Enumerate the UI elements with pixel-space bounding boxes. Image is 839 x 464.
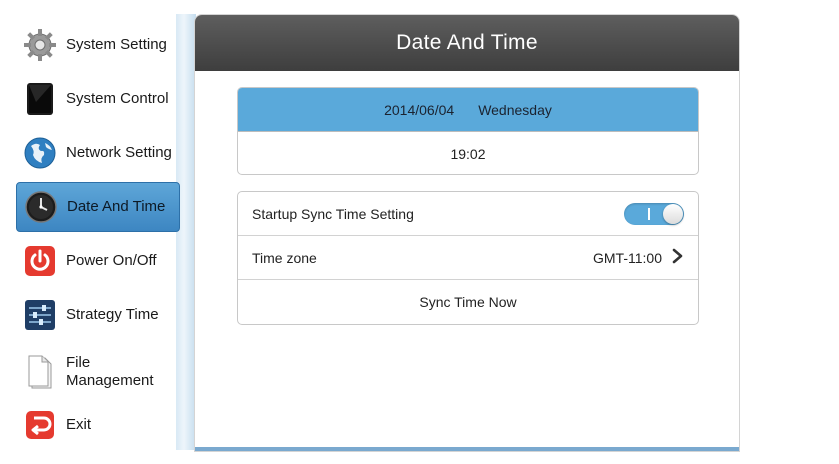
- timezone-label: Time zone: [252, 249, 317, 266]
- page-title: Date And Time: [396, 31, 538, 54]
- clock-icon: [23, 189, 59, 225]
- startup-sync-row: Startup Sync Time Setting: [238, 192, 698, 236]
- power-icon: [22, 243, 58, 279]
- time-display-row[interactable]: 19:02: [238, 132, 698, 174]
- sidebar-item-power-on-off[interactable]: Power On/Off: [16, 236, 180, 286]
- panel-titlebar: Date And Time: [195, 15, 739, 71]
- gear-icon: [22, 27, 58, 63]
- globe-icon: [22, 135, 58, 171]
- sidebar-item-strategy-time[interactable]: Strategy Time: [16, 290, 180, 340]
- sidebar-item-date-and-time[interactable]: Date And Time: [16, 182, 180, 232]
- sidebar-item-label: Date And Time: [67, 198, 166, 215]
- timezone-row[interactable]: Time zone GMT-11:00: [238, 236, 698, 280]
- sidebar-item-file-management[interactable]: File Management: [16, 344, 180, 400]
- sidebar-item-label: Network Setting: [66, 144, 172, 161]
- date-display-row[interactable]: 2014/06/04 Wednesday: [238, 88, 698, 132]
- timezone-value: GMT-11:00: [593, 249, 662, 266]
- toggle-knob: [663, 203, 683, 224]
- sidebar-item-label: System Control: [66, 90, 169, 107]
- startup-sync-label: Startup Sync Time Setting: [252, 205, 414, 222]
- date-value: 2014/06/04: [384, 101, 455, 118]
- sidebar-item-label: File Management: [66, 354, 154, 389]
- panel-bottom-accent: [195, 447, 739, 451]
- date-time-display-card: 2014/06/04 Wednesday 19:02: [237, 87, 699, 175]
- chevron-right-icon: [672, 248, 684, 267]
- weekday-value: Wednesday: [478, 101, 552, 118]
- sidebar-menu: System Setting System Control Network Se…: [10, 14, 182, 452]
- sidebar-item-label: System Setting: [66, 36, 167, 53]
- startup-sync-toggle[interactable]: [624, 202, 684, 225]
- sidebar-item-network-setting[interactable]: Network Setting: [16, 128, 180, 178]
- document-icon: [22, 354, 58, 390]
- sync-settings-card: Startup Sync Time Setting Time zone GMT-…: [237, 191, 699, 325]
- sidebar-item-exit[interactable]: Exit: [16, 400, 180, 450]
- sync-time-now-label: Sync Time Now: [419, 294, 517, 310]
- sidebar-item-label: Strategy Time: [66, 306, 159, 323]
- toggle-on-mark: [648, 207, 650, 220]
- sliders-icon: [22, 297, 58, 333]
- sidebar-item-label: Power On/Off: [66, 252, 157, 269]
- sync-time-now-button[interactable]: Sync Time Now: [238, 280, 698, 324]
- tablet-icon: [22, 81, 58, 117]
- sidebar-item-label: Exit: [66, 416, 92, 433]
- date-time-panel: Date And Time 2014/06/04 Wednesday 19:02…: [194, 14, 740, 452]
- time-value: 19:02: [450, 145, 486, 162]
- exit-icon: [22, 407, 58, 443]
- sidebar-item-system-control[interactable]: System Control: [16, 74, 180, 124]
- sidebar-item-system-setting[interactable]: System Setting: [16, 20, 180, 70]
